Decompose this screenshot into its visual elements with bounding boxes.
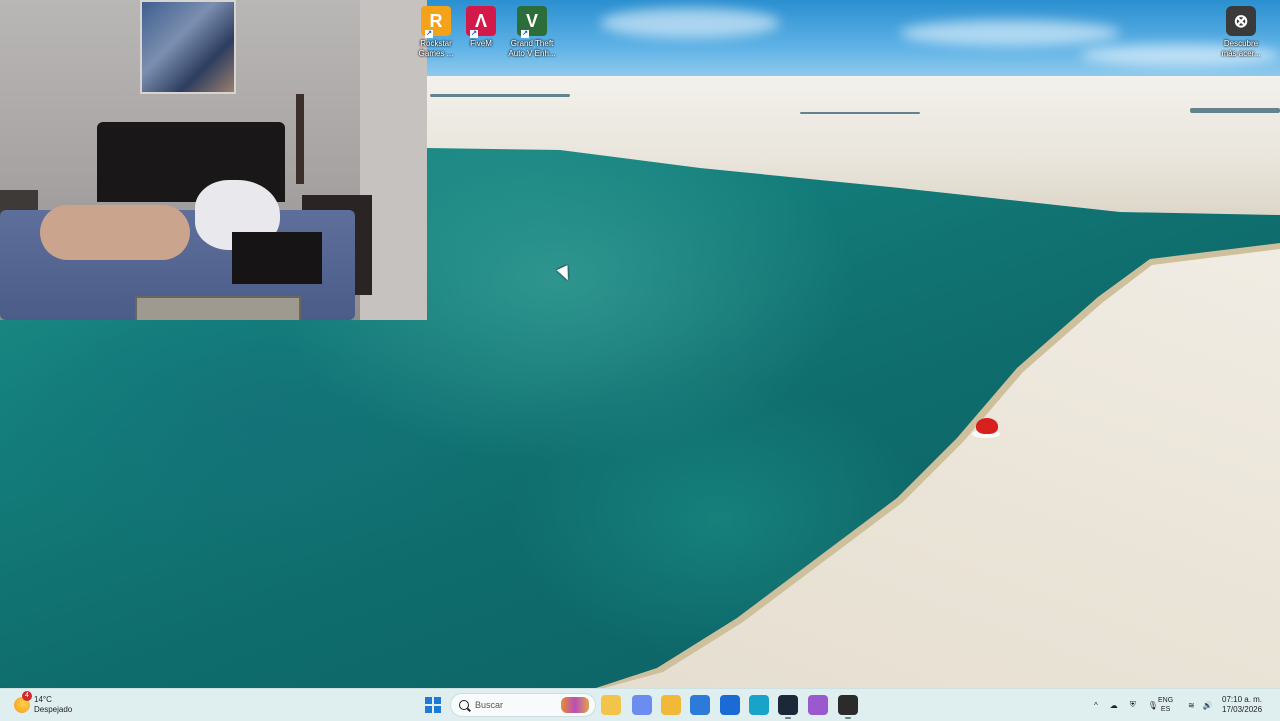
- wallpaper-person: [976, 418, 998, 434]
- clock-time: 07:10 a. m.: [1222, 695, 1263, 704]
- windows-logo-icon: [425, 697, 432, 704]
- webcam-chair: [135, 296, 301, 320]
- show-hidden-icons-icon[interactable]: ^: [1094, 701, 1098, 710]
- weather-condition: Despejado: [34, 705, 73, 714]
- language-indicator[interactable]: ENG ES: [1158, 696, 1173, 714]
- wifi-icon: ≋: [1188, 700, 1195, 710]
- discover-more-label: Descubre más acer...: [1221, 39, 1261, 58]
- game-controller-app-icon[interactable]: [808, 695, 828, 715]
- onedrive-icon[interactable]: ☁: [1110, 701, 1118, 710]
- discover-more-shortcut[interactable]: ⊗ Descubre más acer...: [1214, 6, 1268, 59]
- gta-v-shortcut[interactable]: V ↗ Grand Theft Auto V Enh...: [505, 6, 559, 59]
- security-icon[interactable]: ⛨: [1130, 700, 1136, 710]
- store-app-icon[interactable]: [690, 695, 710, 715]
- sun-icon: 4: [14, 691, 32, 713]
- outlook-app-icon[interactable]: [720, 695, 740, 715]
- search-highlight-icon: [561, 697, 589, 713]
- weather-temp: 14°C: [34, 695, 52, 704]
- webcam-painting: [140, 0, 236, 94]
- edge-app-icon[interactable]: [749, 695, 769, 715]
- fivem-label: FiveM: [470, 39, 492, 48]
- start-button[interactable]: [425, 697, 441, 713]
- clock-date: 17/03/2026: [1222, 705, 1263, 714]
- gta-v-icon: V ↗: [517, 6, 547, 38]
- taskbar-clock[interactable]: 07:10 a. m. 17/03/2026: [1222, 695, 1262, 715]
- quick-settings[interactable]: ≋ 🔊: [1188, 689, 1213, 721]
- taskbar: 4 14°C Despejado Buscar ^ ☁ ⛨ 🎙 ENG ES ≋…: [0, 688, 1280, 721]
- obs-app-icon[interactable]: [838, 695, 858, 719]
- system-tray: ^ ☁ ⛨ 🎙: [1094, 689, 1158, 721]
- rockstar-launcher-icon: R ↗: [421, 6, 451, 38]
- steam-app-icon[interactable]: [778, 695, 798, 719]
- lang-primary: ENG: [1158, 697, 1174, 704]
- fivem-shortcut[interactable]: Λ ↗ FiveM: [454, 6, 508, 49]
- weather-badge: 4: [22, 691, 32, 701]
- file-explorer-app-icon[interactable]: [601, 695, 621, 715]
- copilot-app-icon[interactable]: [632, 695, 652, 715]
- lang-secondary: ES: [1160, 706, 1171, 713]
- gta-v-label: Grand Theft Auto V Enh...: [508, 39, 556, 58]
- taskbar-search[interactable]: Buscar: [450, 693, 596, 717]
- volume-icon: 🔊: [1202, 700, 1213, 710]
- search-placeholder: Buscar: [475, 700, 504, 710]
- folder-app-icon[interactable]: [661, 695, 681, 715]
- microphone-icon[interactable]: 🎙: [1148, 701, 1158, 710]
- discover-more-icon: ⊗: [1226, 6, 1256, 36]
- search-icon: [459, 700, 469, 710]
- weather-widget[interactable]: 4 14°C Despejado: [14, 691, 73, 717]
- webcam-person: [40, 205, 190, 260]
- webcam-overlay: [0, 0, 427, 320]
- fivem-icon: Λ ↗: [466, 6, 496, 38]
